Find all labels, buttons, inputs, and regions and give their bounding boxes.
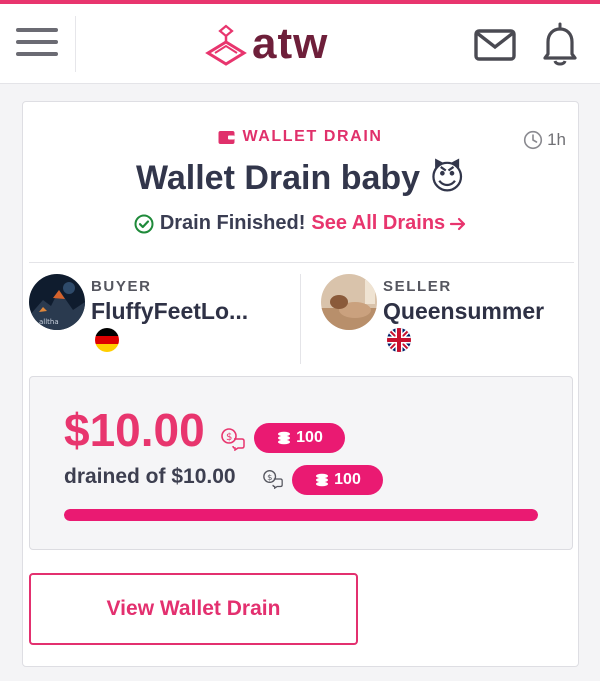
see-all-drains-link[interactable]: See All Drains bbox=[311, 212, 467, 235]
drain-title: Wallet Drain baby 😈 bbox=[136, 159, 465, 197]
status-text: Drain Finished! bbox=[159, 212, 306, 234]
logo-text: atw bbox=[252, 19, 329, 68]
seller-section[interactable]: SELLER Queensummer bbox=[321, 272, 571, 366]
svg-text:$: $ bbox=[226, 432, 232, 443]
uk-flag-icon bbox=[387, 328, 411, 352]
amount-tokens: 100 bbox=[296, 429, 323, 446]
wallet-drain-card: WALLET DRAIN 1h Wallet Drain baby 😈 Drai… bbox=[22, 101, 579, 667]
drain-progress-fill bbox=[64, 509, 538, 521]
seller-avatar[interactable] bbox=[321, 274, 377, 330]
menu-icon[interactable] bbox=[14, 22, 60, 64]
currency-chat-icon-small: $ bbox=[263, 470, 283, 489]
mail-icon[interactable] bbox=[472, 26, 518, 64]
arrow-right-icon bbox=[450, 217, 466, 230]
seller-name[interactable]: Queensummer bbox=[383, 298, 544, 325]
see-all-drains-label: See All Drains bbox=[311, 212, 446, 234]
token-pill-goal: 100 bbox=[292, 465, 383, 495]
drained-amount: $10.00 bbox=[64, 404, 205, 456]
bell-icon[interactable] bbox=[538, 20, 582, 68]
time-ago-text: 1h bbox=[547, 130, 566, 149]
svg-text:$: $ bbox=[267, 472, 272, 482]
buyer-role-label: BUYER bbox=[91, 278, 152, 295]
status-row: Drain Finished! See All Drains bbox=[23, 212, 578, 235]
currency-chat-icon: $ bbox=[221, 428, 245, 451]
buyer-name[interactable]: FluffyFeetLo... bbox=[91, 298, 248, 325]
app-header: atw bbox=[0, 4, 600, 84]
buyer-section[interactable]: alltha BUYER FluffyFeetLo... bbox=[29, 272, 299, 366]
drained-of-text: drained of $10.00 bbox=[64, 465, 236, 488]
time-ago: 1h bbox=[523, 130, 566, 150]
germany-flag-icon bbox=[95, 328, 119, 352]
coins-icon bbox=[278, 431, 291, 445]
goal-tokens: 100 bbox=[334, 471, 361, 488]
buyer-avatar-caption: alltha bbox=[39, 318, 59, 326]
section-divider bbox=[29, 262, 574, 263]
seller-role-label: SELLER bbox=[383, 278, 452, 295]
coins-icon bbox=[316, 473, 329, 487]
party-divider bbox=[300, 274, 301, 364]
buyer-avatar[interactable]: alltha bbox=[29, 274, 85, 330]
drain-type-row: WALLET DRAIN bbox=[23, 128, 578, 146]
wallet-icon bbox=[218, 130, 235, 144]
drain-progress-bar bbox=[64, 509, 538, 521]
drain-type-label: WALLET DRAIN bbox=[242, 128, 383, 145]
brand-logo[interactable]: atw bbox=[204, 16, 328, 72]
amount-panel: $10.00 $ 100 drained of $10.00 $ 100 bbox=[29, 376, 573, 550]
check-circle-icon bbox=[134, 214, 154, 233]
token-pill-amount: 100 bbox=[254, 423, 345, 453]
clock-icon bbox=[523, 130, 543, 150]
hanger-logo-icon bbox=[205, 24, 247, 66]
view-wallet-drain-button[interactable]: View Wallet Drain bbox=[29, 573, 358, 645]
header-divider bbox=[75, 16, 76, 72]
